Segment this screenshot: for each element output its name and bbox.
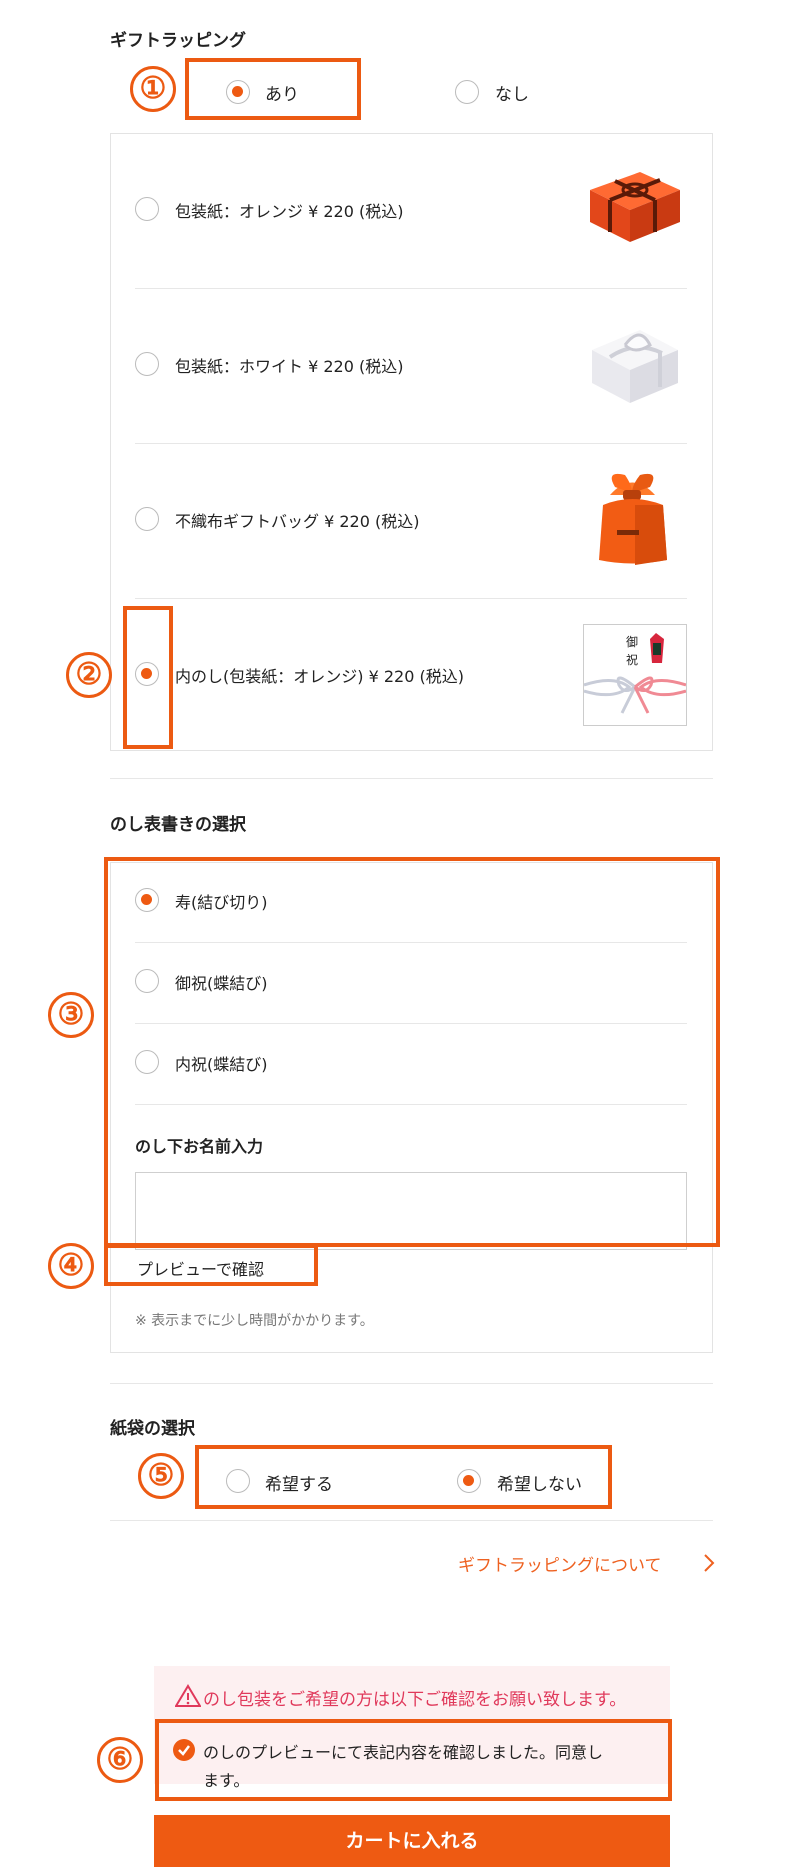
annotation-number-6: ⑥ [97,1737,143,1783]
warning-triangle-icon [175,1684,201,1707]
white-gift-box-image [592,330,678,403]
wrapping-no-label[interactable]: なし [495,80,529,105]
annotation-number-4: ④ [48,1243,94,1289]
orange-gift-box-image [590,172,680,242]
style-orange-label[interactable]: 包装紙：オレンジ ¥ 220 (税込) [175,198,403,222]
divider [110,778,713,779]
annotation-box-5 [195,1445,612,1509]
warning-text: のし包装をご希望の方は以下ご確認をお願い致します。 [203,1690,627,1710]
about-gift-wrapping-link[interactable]: ギフトラッピングについて [458,1551,662,1576]
chevron-right-icon[interactable] [703,1553,715,1573]
gift-wrapping-title: ギフトラッピング [110,31,246,51]
divider [110,1520,713,1521]
annotation-box-1 [185,58,361,120]
add-to-cart-button[interactable]: カートに入れる [154,1815,670,1867]
style-bag-label[interactable]: 不織布ギフトバッグ ¥ 220 (税込) [175,508,419,532]
noshi-title: のし表書きの選択 [110,815,246,835]
preview-note: ※ 表示までに少し時間がかかります。 [135,1313,374,1329]
noshi-image-char: 御 [626,635,639,649]
annotation-box-6 [155,1719,672,1801]
paper-bag-title: 紙袋の選択 [110,1419,195,1439]
annotation-box-2 [123,606,173,749]
noshi-image-char: 祝 [626,653,639,667]
style-white-radio[interactable] [135,352,159,376]
style-noshi-label[interactable]: 内のし(包装紙：オレンジ) ¥ 220 (税込) [175,663,464,687]
divider [110,1383,713,1384]
style-orange-radio[interactable] [135,197,159,221]
divider [135,598,687,599]
noshi-paper-image: 御 祝 [583,624,687,726]
annotation-number-1: ① [130,66,176,112]
style-white-label[interactable]: 包装紙：ホワイト ¥ 220 (税込) [175,353,403,377]
annotation-box-4 [104,1244,318,1286]
annotation-number-5: ⑤ [138,1453,184,1499]
style-bag-radio[interactable] [135,507,159,531]
wrapping-no-radio[interactable] [455,80,479,104]
annotation-number-2: ② [66,652,112,698]
divider [135,288,687,289]
divider [135,443,687,444]
annotation-box-3 [104,857,720,1247]
orange-gift-bag-image [599,473,667,565]
annotation-number-3: ③ [48,992,94,1038]
